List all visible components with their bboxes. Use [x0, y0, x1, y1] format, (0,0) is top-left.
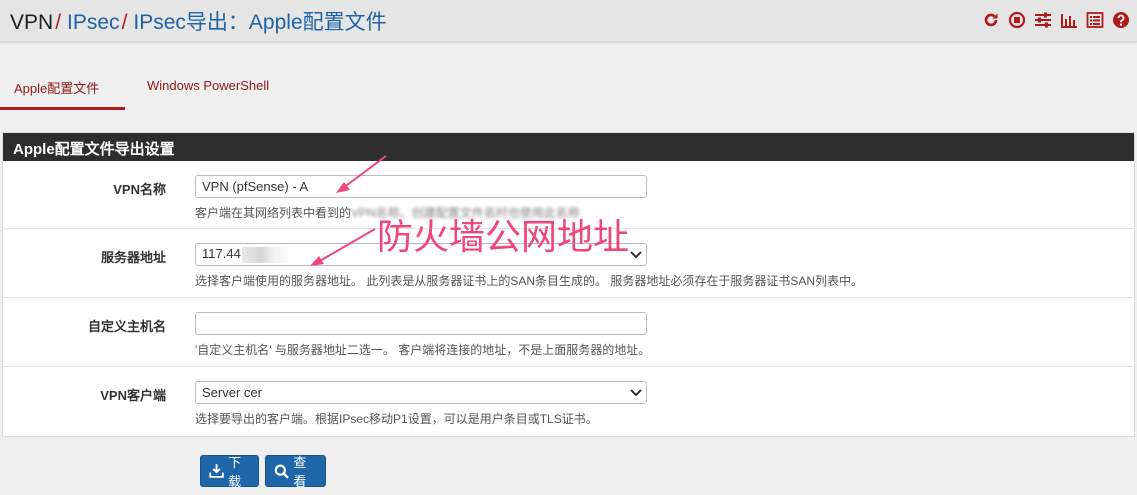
chevron-down-icon	[630, 250, 642, 258]
panel-title: Apple配置文件导出设置	[3, 133, 1134, 161]
custom-hostname-input[interactable]	[195, 312, 647, 335]
breadcrumb-ipsec[interactable]: IPsec	[67, 11, 120, 34]
chevron-down-icon	[630, 388, 642, 396]
vpn-client-help: 选择要导出的客户端。根据IPsec移动P1设置，可以是用户条目或TLS证书。	[195, 412, 598, 426]
vpn-name-input[interactable]: VPN (pfSense) - A	[195, 175, 647, 198]
sliders-icon[interactable]	[1033, 9, 1053, 31]
redacted-ip-mask	[241, 246, 288, 263]
tab-windows-powershell[interactable]: Windows PowerShell	[133, 70, 283, 110]
download-button-label: 下载	[228, 455, 242, 489]
vpn-client-value: Server cer	[202, 385, 262, 400]
breadcrumb-vpn[interactable]: VPN	[10, 11, 53, 34]
tab-bar: Apple配置文件 Windows PowerShell	[0, 70, 283, 110]
breadcrumb-current-page[interactable]: IPsec导出：Apple配置文件	[133, 11, 386, 34]
vpn-client-label: VPN客户端	[100, 388, 166, 403]
custom-hostname-help: '自定义主机名' 与服务器地址二选一。 客户端将连接的地址，不是上面服务器的地址…	[195, 343, 651, 357]
download-button[interactable]: 下载	[200, 455, 259, 489]
stop-icon[interactable]	[1007, 9, 1027, 31]
download-icon	[209, 464, 224, 478]
view-button-label: 查看	[293, 455, 307, 489]
breadcrumb-separator: /	[55, 11, 62, 34]
breadcrumb-separator: /	[121, 11, 128, 34]
annotation-label: 防火墙公网地址	[377, 217, 630, 258]
breadcrumb: VPN/IPsec/IPsec导出：Apple配置文件	[10, 6, 387, 36]
list-icon[interactable]	[1085, 9, 1105, 31]
server-address-label: 服务器地址	[100, 250, 166, 265]
vpn-name-label: VPN名称	[113, 182, 166, 197]
form-row-vpn-client: VPN客户端 Server cer 选择要导出的客户端。根据IPsec移动P1设…	[3, 367, 1134, 436]
tab-apple-profile[interactable]: Apple配置文件	[0, 70, 125, 110]
help-icon[interactable]	[1111, 9, 1131, 31]
page-header: VPN/IPsec/IPsec导出：Apple配置文件	[0, 0, 1137, 42]
vpn-name-help-visible: 客户端在其网络列表中看到的	[195, 206, 352, 220]
search-icon	[274, 464, 289, 479]
view-button[interactable]: 查看	[265, 455, 326, 489]
chart-icon[interactable]	[1059, 9, 1079, 31]
export-settings-panel: Apple配置文件导出设置 VPN名称 VPN (pfSense) - A 客户…	[2, 132, 1135, 437]
header-icon-bar	[981, 9, 1131, 31]
server-address-help: 选择客户端使用的服务器地址。 此列表是从服务器证书上的SAN条目生成的。 服务器…	[195, 274, 864, 288]
reload-icon[interactable]	[981, 9, 1001, 31]
server-address-value: 117.44	[202, 246, 241, 262]
form-row-custom-hostname: 自定义主机名 '自定义主机名' 与服务器地址二选一。 客户端将连接的地址，不是上…	[3, 298, 1134, 367]
vpn-client-select[interactable]: Server cer	[195, 381, 647, 404]
custom-hostname-label: 自定义主机名	[87, 319, 166, 334]
